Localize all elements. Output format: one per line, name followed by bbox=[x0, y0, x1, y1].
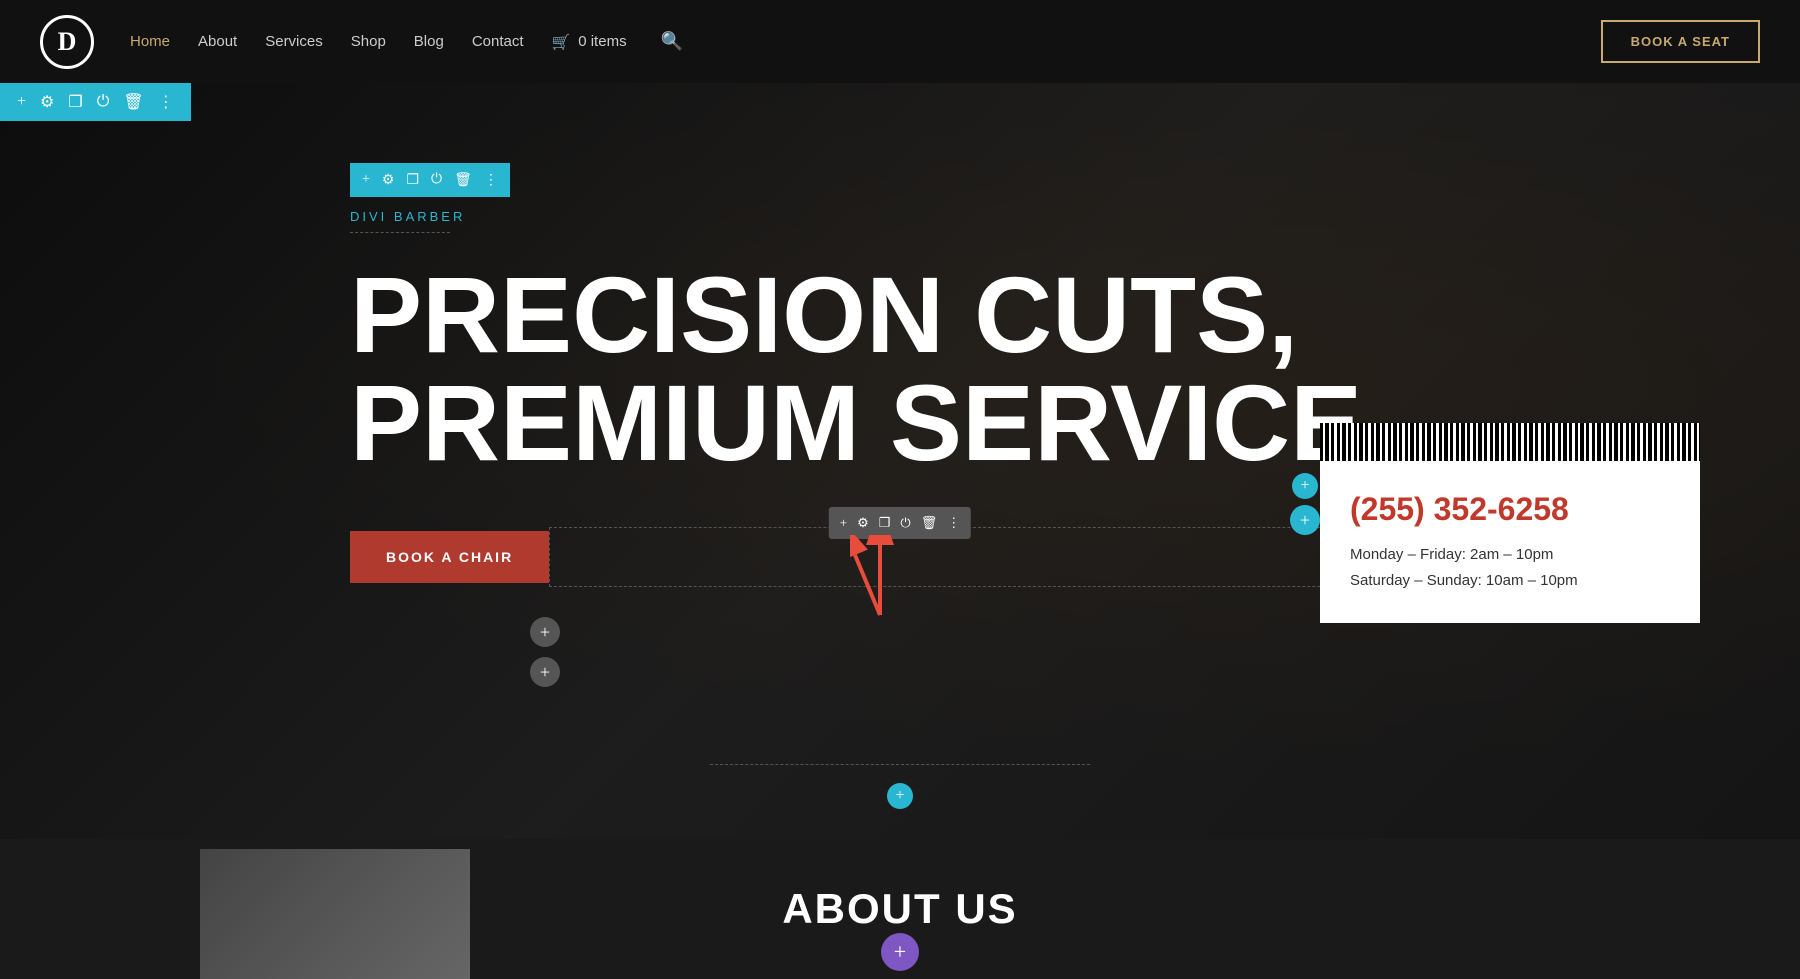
info-card: (255) 352-6258 Monday – Friday: 2am – 10… bbox=[1320, 461, 1700, 623]
hero-button-row: BOOK A CHAIR + ⚙ ❐ ⏻ 🗑 ⋮ bbox=[350, 527, 1450, 587]
builder-section-toolbar: + ⚙ ❐ ⏻ 🗑 ⋮ bbox=[0, 83, 191, 121]
bottom-add-section: + bbox=[710, 754, 1090, 809]
hero-eyebrow: DIVI BARBER bbox=[350, 209, 1450, 224]
barcode-decoration bbox=[1320, 423, 1700, 461]
site-logo[interactable]: D bbox=[40, 15, 94, 69]
nav-link-blog[interactable]: Blog bbox=[414, 33, 444, 50]
float-delete-icon[interactable]: 🗑 bbox=[916, 515, 943, 531]
hero-title: PRECISION CUTS, PREMIUM SERVICE bbox=[350, 261, 1450, 477]
cart-icon-area[interactable]: 🛒 0 items bbox=[552, 33, 627, 51]
hero-info-card-area: (255) 352-6258 Monday – Friday: 2am – 10… bbox=[1320, 423, 1700, 623]
cart-count: 0 items bbox=[578, 33, 626, 50]
nav-links: Home About Services Shop Blog Contact 🛒 … bbox=[130, 31, 683, 52]
module-settings-icon[interactable]: ⚙ bbox=[376, 172, 401, 189]
float-add-icon[interactable]: + bbox=[835, 515, 852, 531]
add-section-circle[interactable]: + bbox=[887, 783, 913, 809]
hours-line1: Monday – Friday: 2am – 10pm bbox=[1350, 542, 1670, 568]
module-toolbar: + ⚙ ❐ ⏻ 🗑 ⋮ bbox=[350, 163, 510, 197]
navigation: D Home About Services Shop Blog Contact … bbox=[0, 0, 1800, 83]
toolbar-delete-icon[interactable]: 🗑 bbox=[116, 92, 150, 112]
toolbar-more-icon[interactable]: ⋮ bbox=[151, 92, 181, 112]
float-duplicate-icon[interactable]: ❐ bbox=[874, 515, 896, 531]
add-row-circle-top[interactable]: + bbox=[1292, 473, 1318, 499]
toolbar-duplicate-icon[interactable]: ❐ bbox=[61, 92, 89, 112]
float-more-icon[interactable]: ⋮ bbox=[942, 515, 965, 531]
add-row-circle-bottom[interactable]: + bbox=[1290, 505, 1320, 535]
toolbar-disable-icon[interactable]: ⏻ bbox=[90, 93, 117, 111]
red-arrow-indicator bbox=[850, 535, 910, 625]
nav-left: D Home About Services Shop Blog Contact … bbox=[40, 15, 683, 69]
toolbar-add-icon[interactable]: + bbox=[10, 93, 33, 111]
search-icon[interactable]: 🔍 bbox=[661, 31, 683, 52]
about-thumbnail bbox=[200, 849, 470, 979]
purple-add-button[interactable]: + bbox=[881, 933, 919, 971]
module-disable-icon[interactable]: ⏻ bbox=[425, 172, 448, 188]
nav-link-home[interactable]: Home bbox=[130, 33, 170, 50]
bottom-divider bbox=[710, 764, 1090, 765]
about-title: ABOUT US bbox=[782, 885, 1017, 933]
add-module-circle-2[interactable]: + bbox=[530, 657, 560, 687]
module-duplicate-icon[interactable]: ❐ bbox=[400, 172, 425, 189]
book-seat-button[interactable]: BOOK A SEAT bbox=[1601, 20, 1760, 63]
about-section: ABOUT US + bbox=[0, 839, 1800, 979]
module-add-icon[interactable]: + bbox=[356, 172, 376, 188]
module-more-icon[interactable]: ⋮ bbox=[478, 172, 504, 189]
nav-link-shop[interactable]: Shop bbox=[351, 33, 386, 50]
add-module-circle-1[interactable]: + bbox=[530, 617, 560, 647]
cart-icon: 🛒 bbox=[552, 33, 571, 51]
empty-column bbox=[549, 527, 1450, 587]
nav-link-contact[interactable]: Contact bbox=[472, 33, 524, 50]
nav-link-services[interactable]: Services bbox=[265, 33, 323, 50]
hero-section: + ⚙ ❐ ⏻ 🗑 ⋮ DIVI BARBER PRECISION CUTS, … bbox=[0, 83, 1800, 839]
phone-number: (255) 352-6258 bbox=[1350, 491, 1670, 528]
book-chair-button[interactable]: BOOK A CHAIR bbox=[350, 531, 549, 583]
float-disable-icon[interactable]: ⏻ bbox=[895, 515, 915, 531]
hero-divider bbox=[350, 232, 450, 233]
float-settings-icon[interactable]: ⚙ bbox=[852, 515, 874, 531]
nav-link-about[interactable]: About bbox=[198, 33, 237, 50]
toolbar-settings-icon[interactable]: ⚙ bbox=[33, 92, 61, 112]
module-delete-icon[interactable]: 🗑 bbox=[448, 172, 478, 189]
hours-line2: Saturday – Sunday: 10am – 10pm bbox=[1350, 568, 1670, 594]
